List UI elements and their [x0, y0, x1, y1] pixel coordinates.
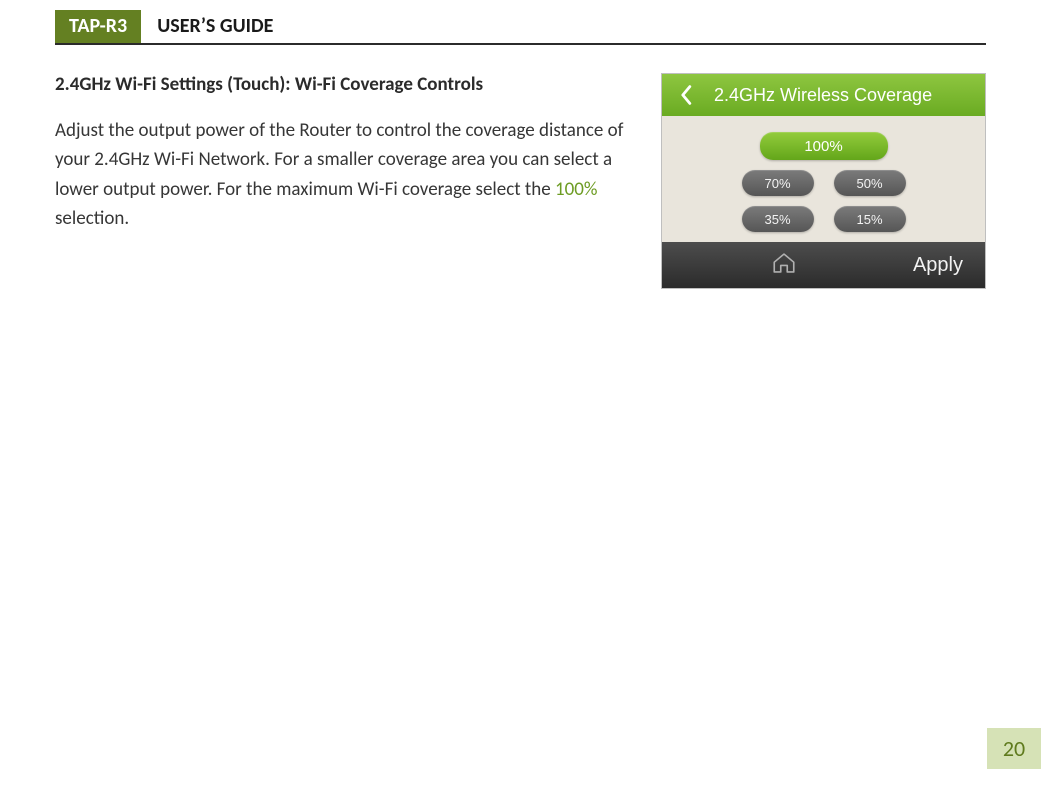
coverage-option-35[interactable]: 35%: [742, 206, 814, 232]
coverage-option-15[interactable]: 15%: [834, 206, 906, 232]
section-body: Adjust the output power of the Router to…: [55, 116, 637, 234]
device-screenshot: 2.4GHz Wireless Coverage 100% 70% 50% 35…: [661, 73, 986, 289]
back-icon[interactable]: [672, 82, 702, 108]
body-text-pre: Adjust the output power of the Router to…: [55, 119, 623, 201]
home-icon[interactable]: [771, 252, 797, 279]
body-text-post: selection.: [55, 207, 129, 230]
doc-title: USER’S GUIDE: [141, 10, 273, 43]
coverage-option-50[interactable]: 50%: [834, 170, 906, 196]
doc-brand-badge: TAP-R3: [55, 10, 141, 43]
apply-button[interactable]: Apply: [907, 254, 969, 277]
screenshot-header: 2.4GHz Wireless Coverage: [662, 74, 985, 116]
header-divider: [55, 43, 986, 45]
coverage-option-70[interactable]: 70%: [742, 170, 814, 196]
section-heading: 2.4GHz Wi-Fi Settings (Touch): Wi-Fi Cov…: [55, 73, 637, 96]
screenshot-title: 2.4GHz Wireless Coverage: [714, 85, 932, 106]
coverage-option-100[interactable]: 100%: [760, 132, 888, 160]
body-text-highlight: 100%: [555, 178, 597, 201]
coverage-options: 100% 70% 50% 35% 15%: [662, 116, 985, 242]
page-number: 20: [987, 728, 1041, 769]
screenshot-footer: Apply: [662, 242, 985, 288]
